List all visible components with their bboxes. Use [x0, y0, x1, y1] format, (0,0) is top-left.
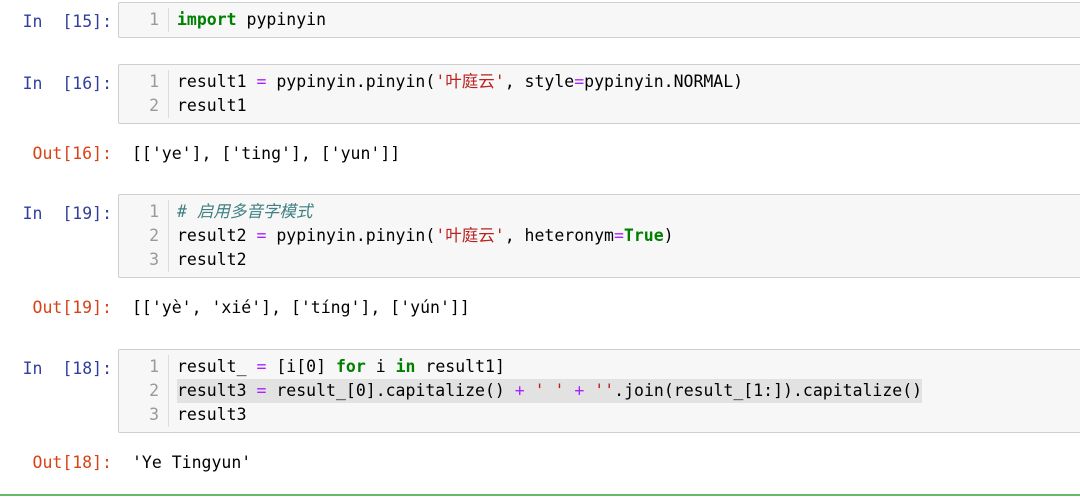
output-prompt: Out[19]: [32, 298, 112, 317]
code-line[interactable]: 2 result2 = pypinyin.pinyin('叶庭云', hetero… [119, 224, 1080, 248]
line-number: 2 [119, 379, 169, 403]
code-token: result3 [177, 381, 257, 400]
code-token: = [613, 226, 624, 245]
input-prompt: In [15]: [22, 12, 112, 31]
code-token: + [574, 381, 585, 400]
code-input-area[interactable]: 1 import pypinyin [118, 2, 1080, 38]
code-text[interactable]: import pypinyin [177, 8, 326, 32]
line-number: 3 [119, 403, 169, 427]
code-text[interactable]: result1 [177, 94, 247, 118]
code-text[interactable]: result3 [177, 403, 247, 427]
code-token: '叶庭云' [435, 72, 505, 91]
code-line[interactable]: 1 # 启用多音字模式 [119, 200, 1080, 224]
code-line[interactable]: 2 result3 = result_[0].capitalize() + ' '… [119, 379, 1080, 403]
code-input-area[interactable]: 1 result_ = [i[0] for i in result1] 2 resul… [118, 349, 1080, 433]
code-token: i [365, 357, 396, 376]
output-prompt: Out[18]: [32, 453, 112, 472]
code-token: .join(result_[1:]).capitalize() [614, 381, 923, 400]
code-token: result1 [177, 72, 257, 91]
line-number: 1 [119, 70, 169, 94]
code-token: pypinyin.pinyin( [266, 226, 436, 245]
code-token: result3 [177, 405, 247, 424]
code-input-area[interactable]: 1 # 启用多音字模式 2 result2 = pypinyin.pinyin('叶庭… [118, 194, 1080, 278]
code-token: '叶庭云' [435, 226, 505, 245]
code-token: = [574, 72, 585, 91]
code-token: + [514, 381, 525, 400]
code-token: = [256, 381, 267, 400]
input-prompt: In [19]: [22, 204, 112, 223]
code-token: in [395, 357, 416, 376]
code-token: pypinyin [236, 10, 327, 29]
code-line[interactable]: 1 import pypinyin [119, 8, 1080, 32]
cell-output: 'Ye Tingyun' [132, 453, 252, 472]
code-text[interactable]: result2 = pypinyin.pinyin('叶庭云', heteron… [177, 224, 674, 248]
code-token: '' [594, 381, 615, 400]
code-line[interactable]: 3 result2 [119, 248, 1080, 272]
code-token: result2 [177, 226, 257, 245]
code-token: = [256, 357, 267, 376]
code-token: = [256, 226, 267, 245]
code-token: [i[0] [266, 357, 336, 376]
cell-output: [['yè', 'xié'], ['tíng'], ['yún']] [132, 298, 470, 317]
code-token: result_ [177, 357, 257, 376]
code-text[interactable]: result_ = [i[0] for i in result1] [177, 355, 505, 379]
code-token: , style [504, 72, 575, 91]
code-token: pypinyin.pinyin( [266, 72, 436, 91]
code-line[interactable]: 2 result1 [119, 94, 1080, 118]
code-token: result_[0].capitalize() [266, 381, 515, 400]
line-number: 3 [119, 248, 169, 272]
code-text[interactable]: result3 = result_[0].capitalize() + ' ' … [177, 379, 923, 403]
code-text[interactable]: # 启用多音字模式 [177, 200, 312, 224]
code-token: True [623, 226, 664, 245]
code-input-area[interactable]: 1 result1 = pypinyin.pinyin('叶庭云', style=… [118, 64, 1080, 124]
code-text[interactable]: result1 = pypinyin.pinyin('叶庭云', style=p… [177, 70, 743, 94]
code-line[interactable]: 3 result3 [119, 403, 1080, 427]
code-token: import [177, 10, 237, 29]
output-prompt: Out[16]: [32, 144, 112, 163]
code-token: result2 [177, 250, 247, 269]
selected-cell-border [0, 494, 1080, 496]
code-token: result1] [415, 357, 505, 376]
code-token: result1 [177, 96, 247, 115]
code-line[interactable]: 1 result_ = [i[0] for i in result1] [119, 355, 1080, 379]
code-token: ) [663, 226, 674, 245]
line-number: 2 [119, 224, 169, 248]
code-token: for [335, 357, 366, 376]
input-prompt: In [16]: [22, 74, 112, 93]
code-token: # 启用多音字模式 [177, 202, 313, 221]
cell-output: [['ye'], ['ting'], ['yun']] [132, 144, 401, 163]
line-number: 1 [119, 8, 169, 32]
code-token: , heteronym [504, 226, 614, 245]
input-prompt: In [18]: [22, 359, 112, 378]
code-token: = [256, 72, 267, 91]
code-text[interactable]: result2 [177, 248, 247, 272]
code-token: pypinyin.NORMAL) [584, 72, 744, 91]
line-number: 1 [119, 200, 169, 224]
code-token: ' ' [534, 381, 565, 400]
line-number: 1 [119, 355, 169, 379]
line-number: 2 [119, 94, 169, 118]
code-line[interactable]: 1 result1 = pypinyin.pinyin('叶庭云', style=… [119, 70, 1080, 94]
